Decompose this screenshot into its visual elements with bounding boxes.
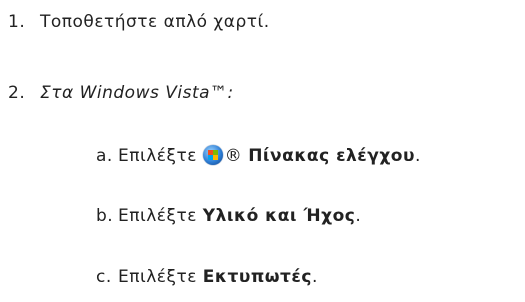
control-panel-label: Πίνακας ελέγχου bbox=[248, 146, 415, 166]
step-2: 2. Στα Windows Vista™: bbox=[8, 82, 234, 104]
step-text: Τοποθετήστε απλό χαρτί. bbox=[40, 12, 270, 32]
substep-letter: a. bbox=[96, 146, 113, 166]
step-number: 2. bbox=[8, 83, 26, 103]
substep-letter: c. bbox=[96, 267, 112, 287]
windows-start-icon bbox=[202, 145, 223, 165]
hardware-sound-label: Υλικό και Ήχος bbox=[202, 206, 356, 226]
printers-label: Εκτυπωτές bbox=[202, 267, 312, 287]
substep-b: b. Επιλέξτε Υλικό και Ήχος. bbox=[96, 205, 361, 227]
substep-a: a. Επιλέξτε ® Πίνακας ελέγχου. bbox=[96, 145, 421, 167]
step-number: 1. bbox=[8, 12, 26, 32]
substep-prefix: Επιλέξτε bbox=[118, 206, 203, 226]
step-1: 1. Τοποθετήστε απλό χαρτί. bbox=[8, 11, 270, 33]
substep-prefix: Επιλέξτε bbox=[118, 267, 203, 287]
substep-prefix: Επιλέξτε bbox=[118, 146, 203, 166]
substep-suffix: . bbox=[311, 267, 318, 287]
registered-mark: ® bbox=[224, 146, 249, 166]
substep-c: c. Επιλέξτε Εκτυπωτές. bbox=[96, 266, 318, 288]
substep-letter: b. bbox=[96, 206, 114, 226]
step-text: Στα Windows Vista™: bbox=[40, 83, 234, 103]
substep-suffix: . bbox=[414, 146, 421, 166]
substep-suffix: . bbox=[355, 206, 362, 226]
